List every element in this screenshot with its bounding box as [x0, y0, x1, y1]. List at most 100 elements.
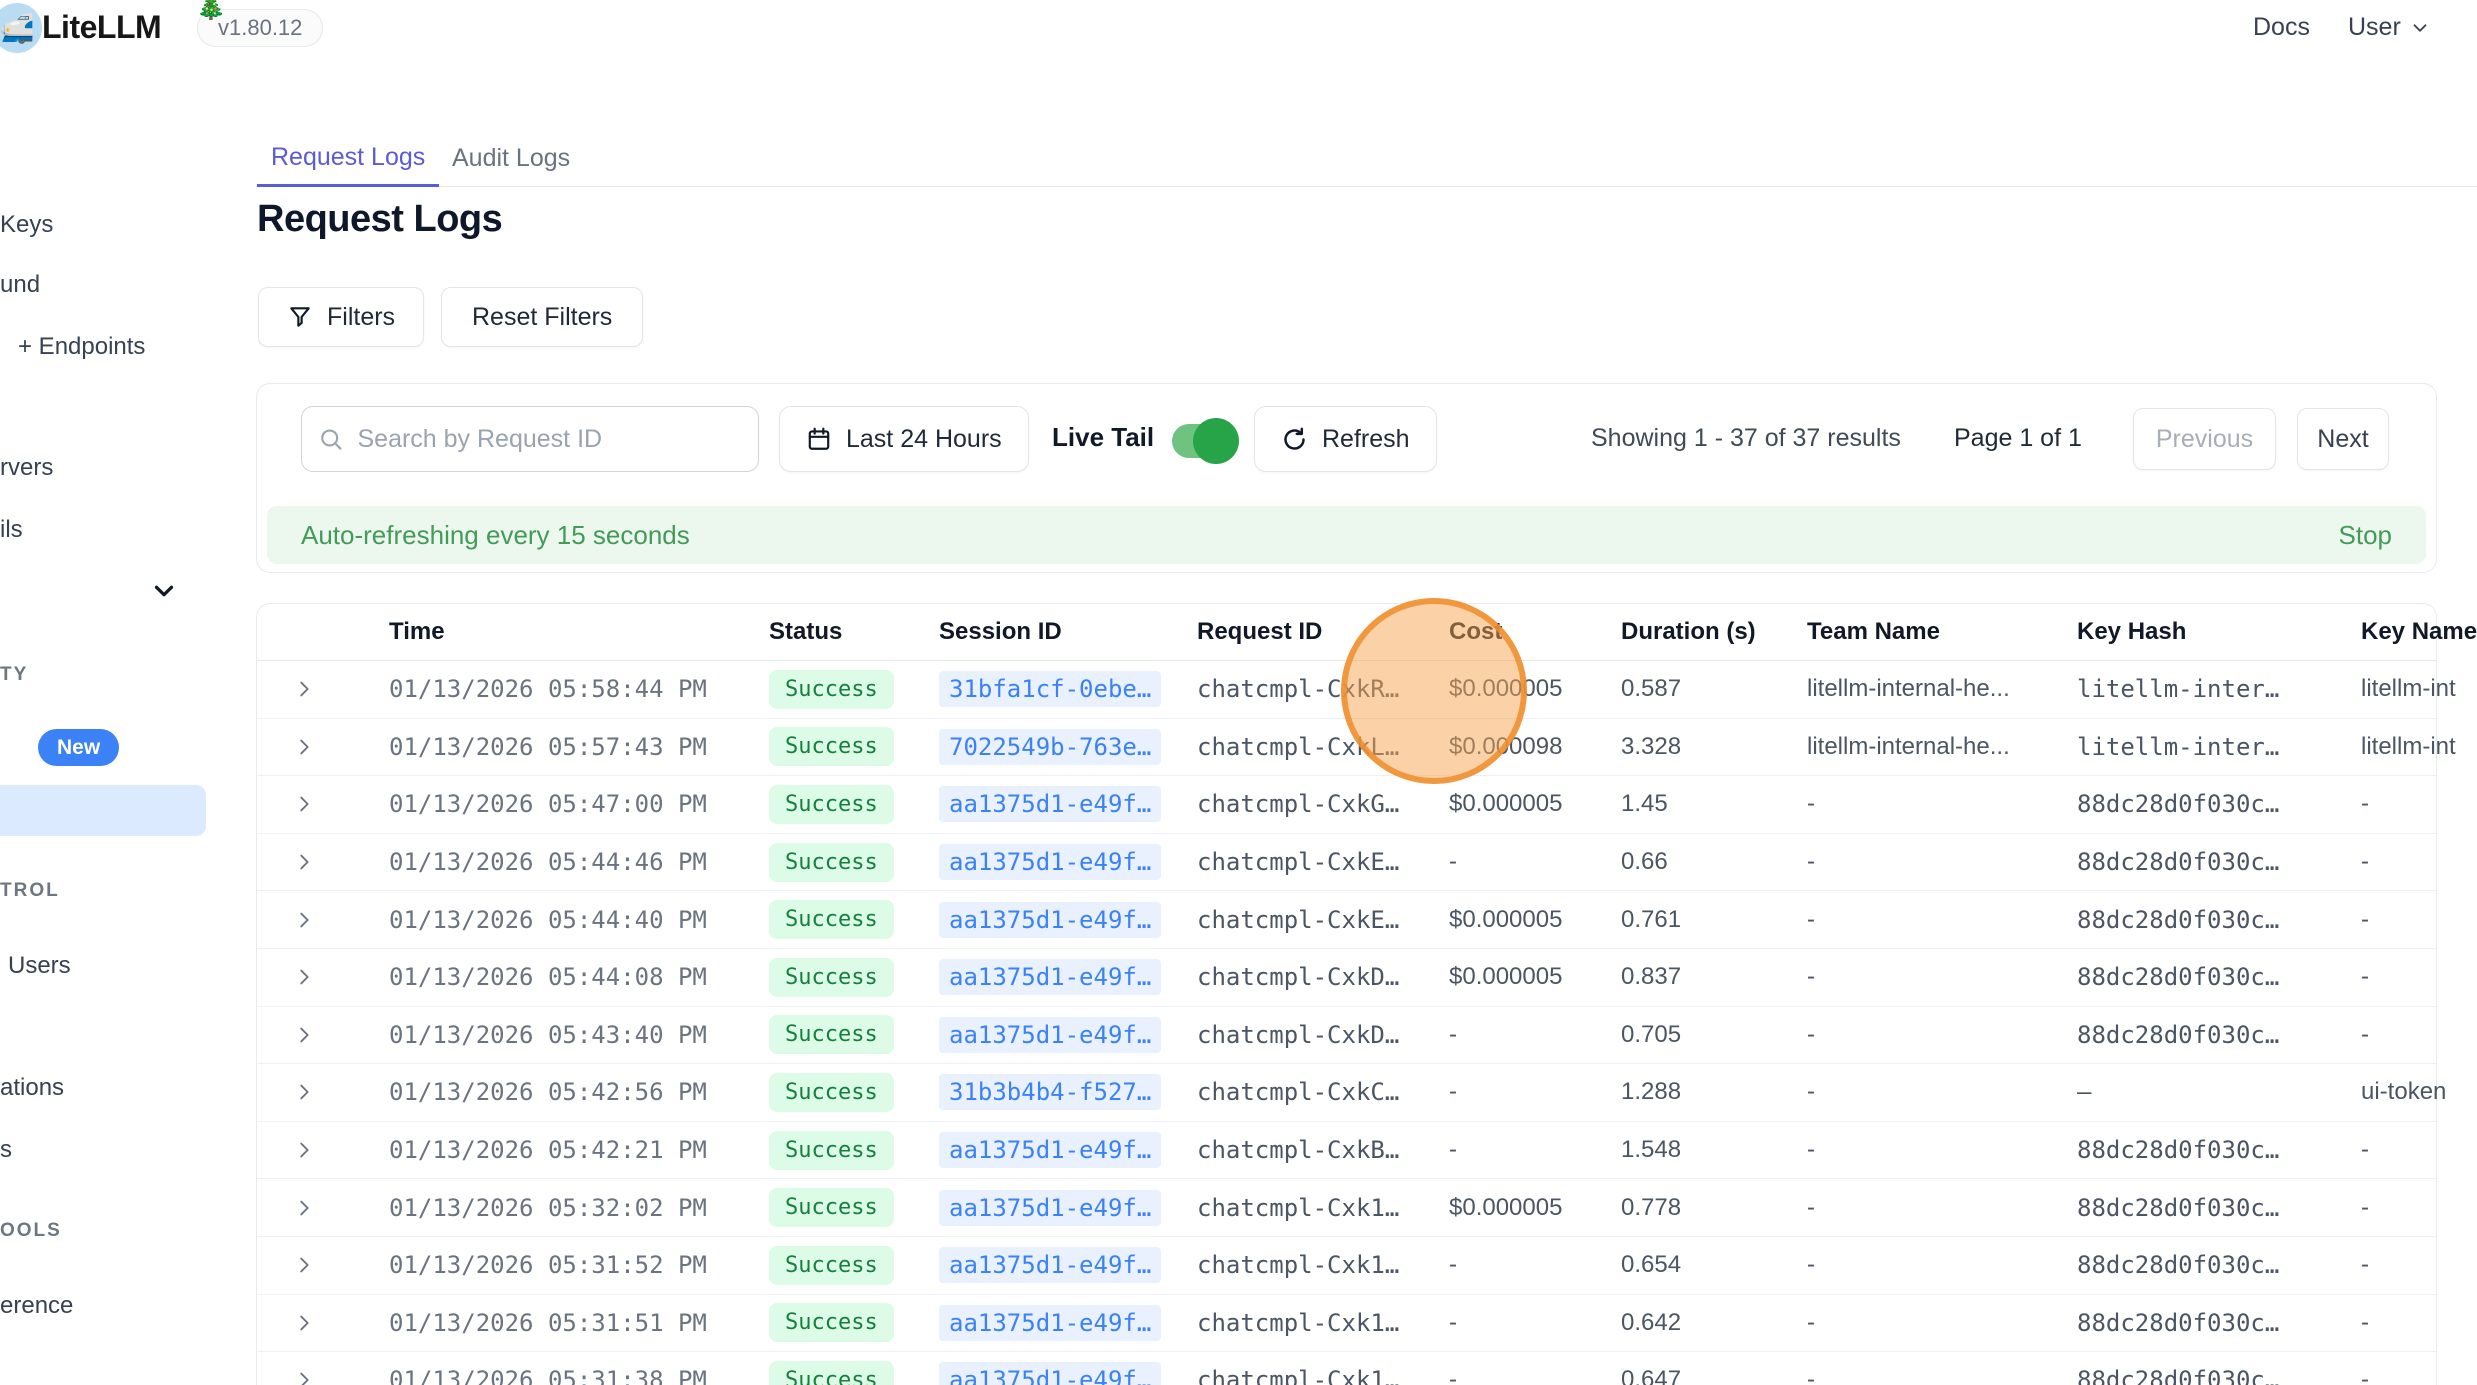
- session-id-link[interactable]: aa1375d1-e49f…: [939, 1247, 1161, 1283]
- table-row[interactable]: 01/13/2026 05:31:52 PM Success aa1375d1-…: [257, 1237, 2436, 1295]
- cell-duration: 0.66: [1621, 848, 1807, 876]
- time-range-button[interactable]: Last 24 Hours: [779, 406, 1029, 472]
- expand-row-button[interactable]: [257, 1254, 389, 1276]
- cell-request-id: chatcmpl-Cxk1…: [1197, 1366, 1449, 1385]
- cell-request-id: chatcmpl-CxkR…: [1197, 675, 1449, 703]
- expand-row-button[interactable]: [257, 1312, 389, 1334]
- expand-row-button[interactable]: [257, 1369, 389, 1385]
- table-row[interactable]: 01/13/2026 05:58:44 PM Success 31bfa1cf-…: [257, 661, 2436, 719]
- session-id-link[interactable]: aa1375d1-e49f…: [939, 1362, 1161, 1385]
- litellm-logo-icon: 🚅: [0, 3, 42, 53]
- cell-key-name: -: [2361, 1194, 2477, 1222]
- expand-row-button[interactable]: [257, 1081, 389, 1103]
- column-header-status: Status: [769, 618, 939, 646]
- session-id-link[interactable]: aa1375d1-e49f…: [939, 1132, 1161, 1168]
- session-id-link[interactable]: aa1375d1-e49f…: [939, 1190, 1161, 1226]
- nav-user-label: User: [2348, 13, 2401, 42]
- table-row[interactable]: 01/13/2026 05:47:00 PM Success aa1375d1-…: [257, 776, 2436, 834]
- nav-user-menu[interactable]: User: [2348, 13, 2431, 42]
- expand-row-button[interactable]: [257, 966, 389, 988]
- cell-time: 01/13/2026 05:44:40 PM: [389, 906, 769, 934]
- sidebar-item-selected-highlight[interactable]: [0, 785, 206, 836]
- tab-request-logs[interactable]: Request Logs: [257, 130, 439, 187]
- session-id-link[interactable]: aa1375d1-e49f…: [939, 786, 1161, 822]
- sidebar-item-users[interactable]: Users: [8, 952, 71, 980]
- session-id-link[interactable]: 31bfa1cf-0ebe…: [939, 671, 1161, 707]
- expand-row-button[interactable]: [257, 1139, 389, 1161]
- expand-row-button[interactable]: [257, 1197, 389, 1219]
- sidebar-item-rvers[interactable]: rvers: [0, 454, 53, 482]
- sidebar-collapse-chevron[interactable]: [149, 576, 179, 606]
- table-row[interactable]: 01/13/2026 05:42:56 PM Success 31b3b4b4-…: [257, 1064, 2436, 1122]
- sidebar-item-s[interactable]: s: [0, 1136, 12, 1164]
- sidebar: Keysund+ EndpointsrversilsTYNewTROLUsers…: [0, 58, 256, 1385]
- status-badge: Success: [769, 843, 894, 882]
- session-id-link[interactable]: aa1375d1-e49f…: [939, 1017, 1161, 1053]
- table-row[interactable]: 01/13/2026 05:31:38 PM Success aa1375d1-…: [257, 1352, 2436, 1385]
- next-page-button[interactable]: Next: [2297, 408, 2389, 470]
- nav-docs-link[interactable]: Docs: [2253, 13, 2310, 42]
- filters-button[interactable]: Filters: [258, 287, 424, 347]
- cell-key-name: -: [2361, 1251, 2477, 1279]
- previous-page-button[interactable]: Previous: [2133, 408, 2276, 470]
- cell-duration: 1.548: [1621, 1136, 1807, 1164]
- session-id-link[interactable]: aa1375d1-e49f…: [939, 844, 1161, 880]
- tab-bar: Request Logs Audit Logs: [256, 130, 2477, 187]
- sidebar-item-und[interactable]: und: [0, 271, 40, 299]
- search-input[interactable]: [356, 424, 743, 455]
- cell-key-name: -: [2361, 848, 2477, 876]
- cell-team-name: -: [1807, 1194, 2077, 1222]
- cell-key-hash: 88dc28d0f030c…: [2077, 1021, 2361, 1049]
- table-row[interactable]: 01/13/2026 05:42:21 PM Success aa1375d1-…: [257, 1122, 2436, 1180]
- sidebar-item-erence[interactable]: erence: [0, 1292, 73, 1320]
- tab-audit-logs[interactable]: Audit Logs: [444, 130, 578, 186]
- sidebar-item-endpoints[interactable]: + Endpoints: [18, 333, 145, 361]
- cell-session-id: aa1375d1-e49f…: [939, 844, 1197, 880]
- cell-cost: $0.000005: [1449, 963, 1621, 991]
- status-badge: Success: [769, 1015, 894, 1054]
- table-row[interactable]: 01/13/2026 05:43:40 PM Success aa1375d1-…: [257, 1007, 2436, 1065]
- expand-row-button[interactable]: [257, 909, 389, 931]
- expand-row-button[interactable]: [257, 736, 389, 758]
- reset-filters-button[interactable]: Reset Filters: [441, 287, 643, 347]
- cell-time: 01/13/2026 05:42:56 PM: [389, 1078, 769, 1106]
- sidebar-item-ations[interactable]: ations: [0, 1074, 64, 1102]
- table-row[interactable]: 01/13/2026 05:32:02 PM Success aa1375d1-…: [257, 1179, 2436, 1237]
- session-id-link[interactable]: 31b3b4b4-f527…: [939, 1074, 1161, 1110]
- live-tail-label: Live Tail: [1052, 422, 1154, 453]
- cell-time: 01/13/2026 05:57:43 PM: [389, 733, 769, 761]
- table-row[interactable]: 01/13/2026 05:44:08 PM Success aa1375d1-…: [257, 949, 2436, 1007]
- session-id-link[interactable]: aa1375d1-e49f…: [939, 1305, 1161, 1341]
- search-box: [301, 406, 759, 472]
- table-row[interactable]: 01/13/2026 05:44:46 PM Success aa1375d1-…: [257, 834, 2436, 892]
- table-header-row: TimeStatusSession IDRequest IDCostDurati…: [257, 604, 2436, 661]
- sidebar-item-keys[interactable]: Keys: [0, 211, 53, 239]
- cell-key-hash: 88dc28d0f030c…: [2077, 963, 2361, 991]
- refresh-button[interactable]: Refresh: [1254, 406, 1437, 472]
- cell-time: 01/13/2026 05:42:21 PM: [389, 1136, 769, 1164]
- cell-duration: 1.288: [1621, 1078, 1807, 1106]
- expand-row-button[interactable]: [257, 1024, 389, 1046]
- cell-status: Success: [769, 670, 939, 709]
- expand-row-button[interactable]: [257, 793, 389, 815]
- status-badge: Success: [769, 670, 894, 709]
- table-row[interactable]: 01/13/2026 05:31:51 PM Success aa1375d1-…: [257, 1295, 2436, 1353]
- cell-duration: 0.778: [1621, 1194, 1807, 1222]
- cell-cost: -: [1449, 1309, 1621, 1337]
- table-row[interactable]: 01/13/2026 05:57:43 PM Success 7022549b-…: [257, 719, 2436, 777]
- cell-time: 01/13/2026 05:44:46 PM: [389, 848, 769, 876]
- session-id-link[interactable]: 7022549b-763e…: [939, 729, 1161, 765]
- search-icon: [318, 425, 344, 453]
- stop-auto-refresh-link[interactable]: Stop: [2339, 520, 2393, 551]
- cell-team-name: -: [1807, 790, 2077, 818]
- session-id-link[interactable]: aa1375d1-e49f…: [939, 902, 1161, 938]
- table-row[interactable]: 01/13/2026 05:44:40 PM Success aa1375d1-…: [257, 891, 2436, 949]
- session-id-link[interactable]: aa1375d1-e49f…: [939, 959, 1161, 995]
- expand-row-button[interactable]: [257, 678, 389, 700]
- cell-request-id: chatcmpl-CxkE…: [1197, 848, 1449, 876]
- sidebar-item-ils[interactable]: ils: [0, 516, 23, 544]
- column-header-cost: Cost: [1449, 618, 1621, 646]
- live-tail-toggle[interactable]: [1172, 424, 1234, 458]
- expand-row-button[interactable]: [257, 851, 389, 873]
- status-badge: Success: [769, 1361, 894, 1385]
